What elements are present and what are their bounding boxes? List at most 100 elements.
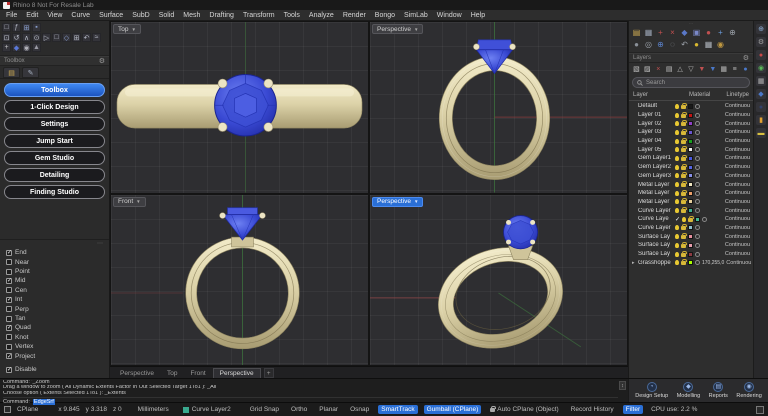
toolbar-icon[interactable]: □	[52, 33, 61, 42]
lock-icon[interactable]	[681, 226, 686, 230]
visibility-bulb-icon[interactable]	[675, 243, 679, 248]
toolbar-icon[interactable]: ◆	[679, 28, 690, 38]
menu-item[interactable]: Edit	[26, 12, 38, 19]
lock-icon[interactable]	[681, 261, 686, 265]
toolbox-button[interactable]: 1-Click Design	[4, 100, 105, 114]
layers-toolbar-icon[interactable]: ×	[654, 65, 663, 74]
units-indicator[interactable]: Millimeters	[138, 406, 169, 413]
menu-item[interactable]: Transform	[243, 12, 275, 19]
viewport-label-perspective-active[interactable]: Perspective ▼	[372, 197, 423, 207]
toolbar-icon[interactable]: ƒ	[12, 23, 21, 32]
checkbox-icon[interactable]	[6, 353, 12, 359]
layer-name[interactable]: Metal Layer	[638, 182, 673, 188]
layer-row[interactable]: Curve Layer ✓ Continuou	[629, 224, 753, 233]
toolbar-icon[interactable]: ◇	[62, 33, 71, 42]
toolbar-icon[interactable]: ●	[691, 40, 702, 50]
lock-icon[interactable]	[681, 244, 686, 248]
menu-item[interactable]: SubD	[132, 12, 150, 19]
toolbar-icon[interactable]: ⊡	[2, 33, 11, 42]
layer-color-swatch[interactable]	[688, 191, 693, 196]
panel-drag-handle[interactable]: ⋯	[6, 242, 103, 247]
layers-toolbar-icon[interactable]: ▦	[719, 65, 728, 74]
material-icon[interactable]	[695, 260, 700, 265]
lock-icon[interactable]	[681, 148, 686, 152]
layer-color-swatch[interactable]	[688, 182, 693, 187]
layer-name[interactable]: Layer 04	[638, 138, 673, 144]
material-icon[interactable]	[702, 217, 707, 222]
lock-icon[interactable]	[681, 200, 686, 204]
material-icon[interactable]	[695, 113, 700, 118]
material-icon[interactable]	[695, 252, 700, 257]
osnap-checkbox[interactable]: Tan	[6, 315, 103, 322]
layer-name[interactable]: Grasshoppe	[638, 260, 673, 266]
checkbox-icon[interactable]	[6, 250, 12, 256]
toolbox-button[interactable]: Gem Studio	[4, 151, 105, 165]
layer-row[interactable]: Surface Lay ✓ Continuou	[629, 232, 753, 241]
layer-name[interactable]: Metal Layer	[638, 190, 673, 196]
lock-icon[interactable]	[681, 174, 686, 178]
layer-row[interactable]: Curve Laye ✓ Continuou	[629, 215, 753, 224]
lock-icon[interactable]	[681, 253, 686, 257]
layer-name[interactable]: Surface Lay	[638, 251, 673, 257]
menu-item[interactable]: SimLab	[404, 12, 428, 19]
layer-color-swatch[interactable]	[688, 252, 693, 257]
checkbox-icon[interactable]	[6, 297, 12, 303]
layer-name[interactable]: Curve Layer	[638, 208, 673, 214]
toolbar-icon[interactable]: ◎	[643, 40, 654, 50]
layer-color-swatch[interactable]	[688, 260, 693, 265]
osnap-checkbox[interactable]: Perp	[6, 306, 103, 313]
osnap-checkbox[interactable]: Cen	[6, 287, 103, 294]
toolbox-button[interactable]: Finding Studio	[4, 185, 105, 199]
layers-toolbar-icon[interactable]: ▨	[643, 65, 652, 74]
status-toggle[interactable]: Ortho	[288, 405, 310, 414]
toolbar-icon[interactable]: ⊕	[727, 28, 738, 38]
osnap-disable-checkbox[interactable]: Disable	[6, 366, 103, 373]
panel-tab-icon[interactable]: ●	[756, 50, 766, 60]
status-pane-icon[interactable]	[4, 406, 11, 413]
visibility-bulb-icon[interactable]	[675, 182, 679, 187]
menu-item[interactable]: Analyze	[309, 12, 334, 19]
command-area[interactable]: Command: '_ZoomDrag a window to zoom ( A…	[0, 379, 628, 402]
layer-row[interactable]: ▸ Grasshoppe ✓ 170,255,0 Continuou	[629, 258, 753, 267]
ring-model-front-view[interactable]	[111, 195, 368, 366]
layer-row[interactable]: Metal Layer ✓ Continuou	[629, 189, 753, 198]
layout-icon[interactable]	[756, 406, 764, 414]
osnap-checkbox[interactable]: End	[6, 249, 103, 256]
workflow-tab[interactable]: ◉ Rendering	[736, 382, 761, 399]
panel-tab-icon[interactable]: ⚙	[756, 37, 766, 47]
gem-model[interactable]	[220, 207, 266, 239]
toolbox-button[interactable]: Detailing	[4, 168, 105, 182]
layers-toolbar-icon[interactable]: ≡	[730, 65, 739, 74]
panel-tab-icon[interactable]: ●	[756, 102, 766, 112]
material-icon[interactable]	[695, 191, 700, 196]
layers-toolbar-icon[interactable]: △	[676, 65, 685, 74]
layer-row[interactable]: Layer 03 ✓ Continuou	[629, 128, 753, 137]
layer-name[interactable]: Layer 01	[638, 112, 673, 118]
toolbar-icon[interactable]: ×	[667, 28, 678, 38]
lock-icon[interactable]	[688, 218, 693, 222]
layer-linetype[interactable]: Continuou	[725, 138, 750, 144]
layer-row[interactable]: Metal Layer ✓ Continuou	[629, 180, 753, 189]
layer-linetype[interactable]: Continuou	[725, 242, 750, 248]
visibility-bulb-icon[interactable]	[675, 104, 679, 109]
layer-name[interactable]: Layer 02	[638, 121, 673, 127]
visibility-bulb-icon[interactable]	[675, 156, 679, 161]
layer-row[interactable]: Metal Layer ✓ Continuou	[629, 198, 753, 207]
lock-icon[interactable]	[681, 114, 686, 118]
toolbox-button[interactable]: Jump Start	[4, 134, 105, 148]
status-toggle[interactable]: Filter	[623, 405, 643, 414]
toolbar-icon[interactable]: +	[655, 28, 666, 38]
layer-linetype[interactable]: Continuou	[725, 173, 750, 179]
checkbox-icon[interactable]	[6, 278, 12, 284]
osnap-checkbox[interactable]: Project	[6, 353, 103, 360]
layer-linetype[interactable]: Continuou	[725, 199, 750, 205]
layer-name[interactable]: Layer 03	[638, 129, 673, 135]
cplane-indicator[interactable]: CPlane	[17, 406, 38, 413]
layers-toolbar-icon[interactable]: ▽	[687, 65, 696, 74]
visibility-bulb-icon[interactable]	[682, 217, 686, 222]
workflow-tab[interactable]: ◔ Design Setup	[635, 382, 668, 399]
toolbar-icon[interactable]: □	[2, 23, 11, 32]
toolbox-tab-icon[interactable]: ▤	[3, 67, 20, 78]
menu-item[interactable]: Surface	[99, 12, 123, 19]
layer-color-swatch[interactable]	[688, 147, 693, 152]
